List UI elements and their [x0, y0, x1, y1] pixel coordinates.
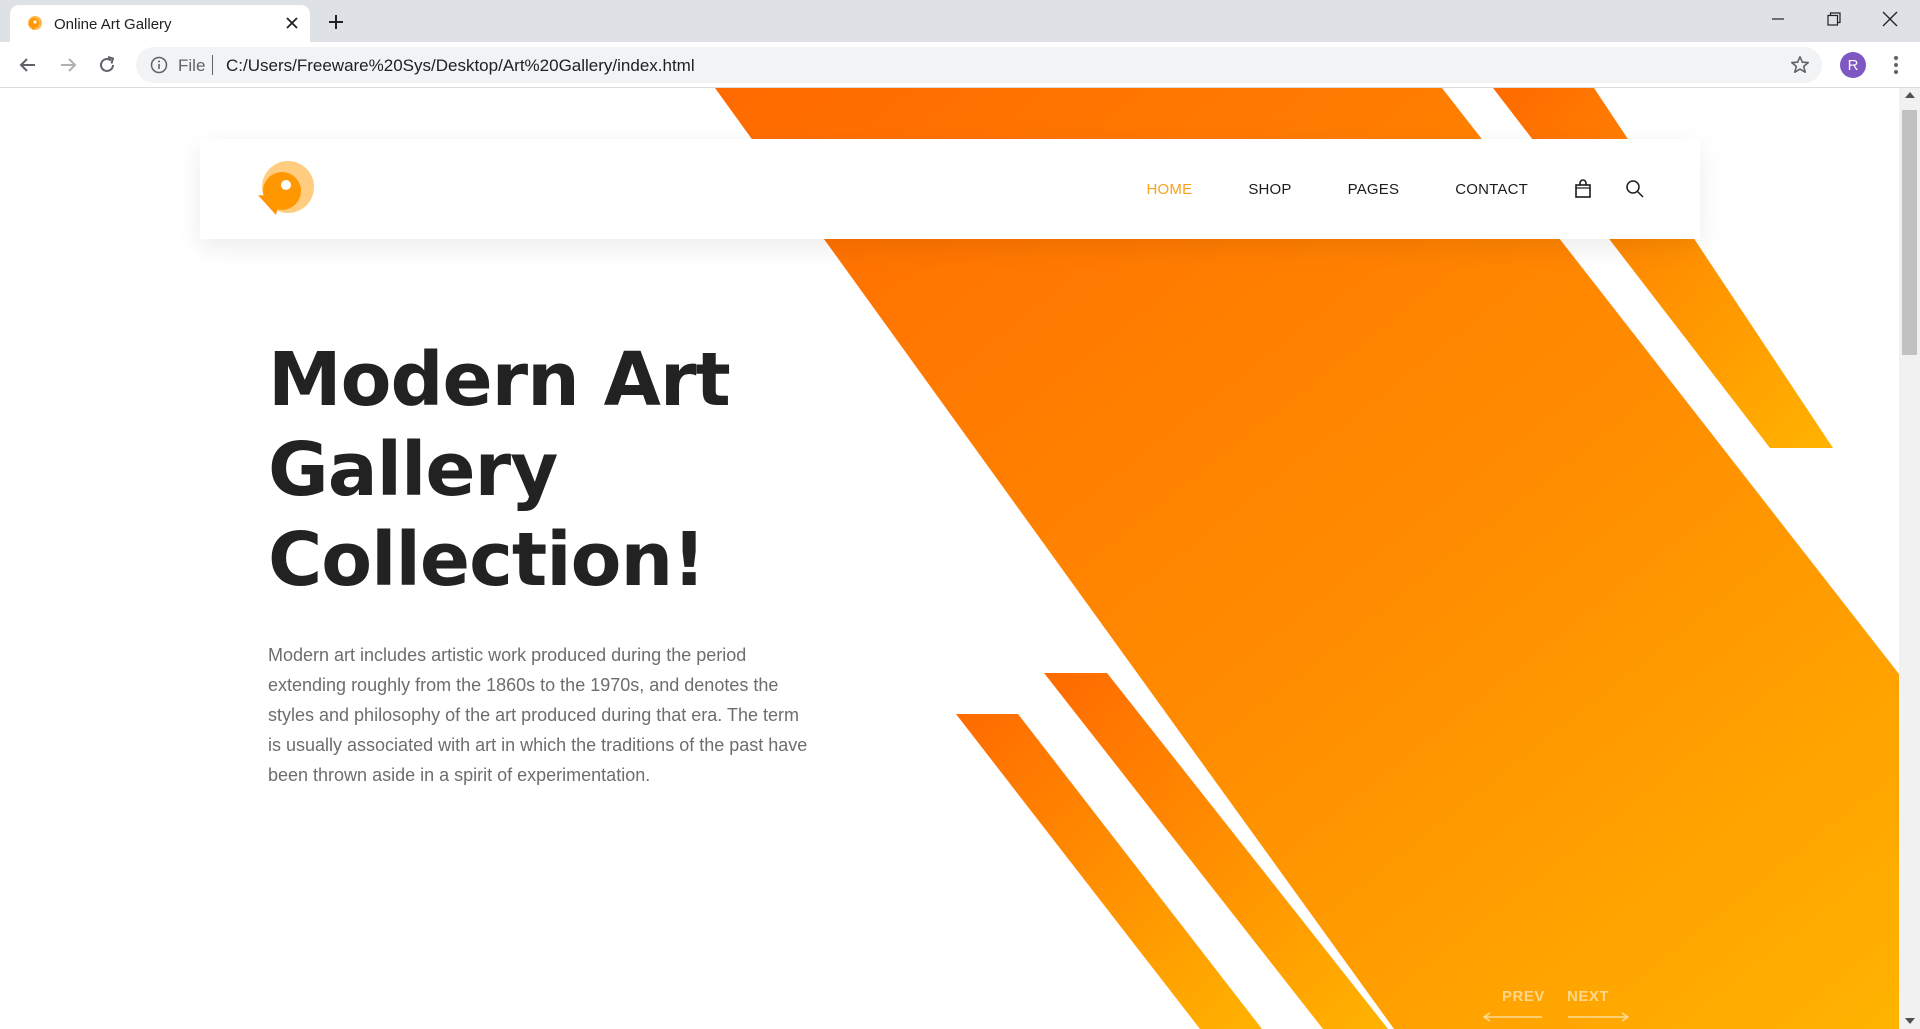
- minimize-icon: [1772, 18, 1784, 20]
- arrow-left-icon: [19, 58, 35, 72]
- bookmark-star-icon[interactable]: [1790, 55, 1810, 75]
- nav-home[interactable]: HOME: [1147, 181, 1193, 198]
- search-button[interactable]: [1624, 178, 1646, 200]
- arrow-left-icon[interactable]: [1482, 1012, 1542, 1022]
- forward-button[interactable]: [54, 51, 82, 79]
- url-text[interactable]: C:/Users/Freeware%20Sys/Desktop/Art%20Ga…: [226, 56, 695, 76]
- back-button[interactable]: [14, 51, 42, 79]
- browser-toolbar: File C:/Users/Freeware%20Sys/Desktop/Art…: [0, 42, 1920, 88]
- shopping-bag-icon: [1575, 179, 1591, 198]
- tab-close-icon[interactable]: [282, 13, 302, 33]
- profile-avatar[interactable]: R: [1840, 52, 1866, 78]
- restore-icon: [1827, 12, 1841, 26]
- gallery-favicon-icon: [28, 16, 42, 30]
- hero-title-line2: Gallery: [268, 427, 558, 513]
- site-header: HOME SHOP PAGES CONTACT: [200, 139, 1700, 239]
- hero-title: Modern Art Gallery Collection!: [268, 335, 828, 605]
- scroll-up-arrow-icon[interactable]: [1905, 92, 1915, 98]
- scheme-label: File: [178, 56, 206, 75]
- browser-tab[interactable]: Online Art Gallery: [10, 5, 310, 42]
- address-bar[interactable]: File C:/Users/Freeware%20Sys/Desktop/Art…: [136, 47, 1822, 83]
- info-icon[interactable]: [150, 56, 168, 74]
- page-viewport: HOME SHOP PAGES CONTACT Modern Art Galle…: [0, 88, 1920, 1029]
- main-nav: HOME SHOP PAGES CONTACT: [1091, 139, 1647, 239]
- hero-title-line1: Modern Art: [268, 337, 731, 423]
- close-window-button[interactable]: [1862, 0, 1918, 38]
- page-scrollbar[interactable]: [1899, 88, 1920, 1029]
- hero-title-line3: Collection!: [268, 517, 706, 603]
- new-tab-plus-icon[interactable]: [324, 10, 348, 34]
- nav-shop[interactable]: SHOP: [1248, 181, 1291, 198]
- minimize-button[interactable]: [1750, 0, 1806, 38]
- reload-button[interactable]: [93, 51, 121, 79]
- nav-contact[interactable]: CONTACT: [1455, 181, 1528, 198]
- reload-icon: [100, 56, 115, 72]
- arrow-right-icon: [61, 58, 77, 72]
- scroll-down-arrow-icon[interactable]: [1905, 1018, 1915, 1024]
- kebab-menu-icon[interactable]: [1884, 53, 1908, 77]
- slider-prev-label[interactable]: PREV: [1502, 988, 1545, 1005]
- scroll-thumb[interactable]: [1902, 110, 1917, 355]
- cart-button[interactable]: [1572, 178, 1594, 200]
- slider-next-label[interactable]: NEXT: [1567, 988, 1609, 1005]
- hero-description: Modern art includes artistic work produc…: [268, 645, 808, 785]
- nav-pages[interactable]: PAGES: [1348, 181, 1400, 198]
- search-icon: [1626, 180, 1644, 198]
- scheme-separator: [212, 55, 213, 75]
- restore-button[interactable]: [1806, 0, 1862, 38]
- gallery-logo-icon[interactable]: [252, 157, 316, 221]
- browser-tabstrip: Online Art Gallery: [0, 0, 1920, 42]
- close-icon: [1882, 11, 1898, 27]
- arrow-right-icon[interactable]: [1568, 1012, 1630, 1022]
- tab-title: Online Art Gallery: [54, 16, 172, 33]
